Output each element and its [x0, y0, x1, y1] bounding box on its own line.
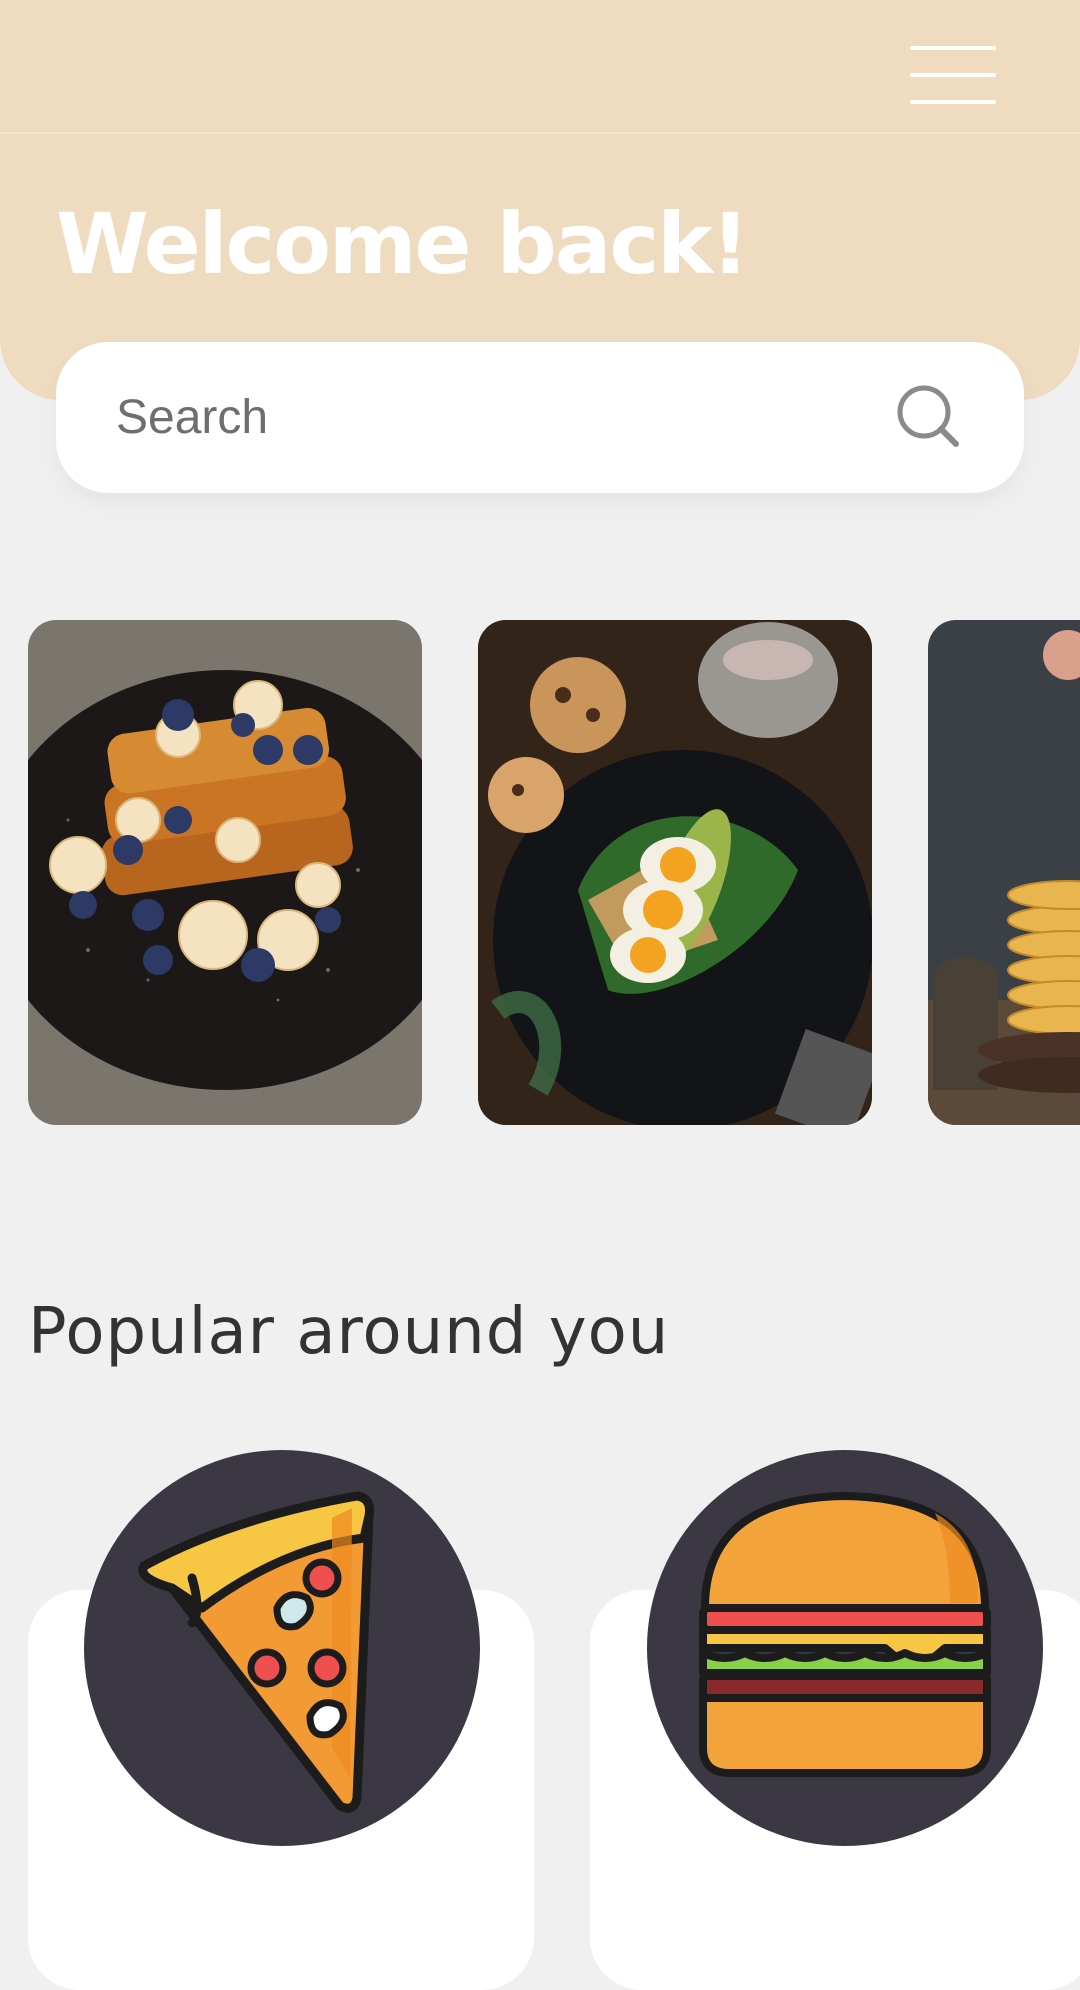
- egg-avocado-toast-photo[interactable]: [478, 620, 872, 1125]
- pancake-stack-photo[interactable]: [928, 620, 1080, 1125]
- header-banner: Welcome back!: [0, 0, 1080, 400]
- featured-carousel[interactable]: [28, 620, 1080, 1125]
- search-input[interactable]: [114, 389, 894, 446]
- search-icon[interactable]: [894, 382, 966, 454]
- burger-icon[interactable]: [645, 1448, 1045, 1848]
- page-title: Welcome back!: [56, 195, 749, 293]
- pizza-icon[interactable]: [82, 1448, 482, 1848]
- section-title-popular: Popular around you: [28, 1295, 670, 1369]
- french-toast-photo[interactable]: [28, 620, 422, 1125]
- topbar-divider: [0, 132, 1080, 134]
- search-bar[interactable]: [56, 342, 1024, 493]
- hamburger-menu-icon[interactable]: [905, 40, 1001, 110]
